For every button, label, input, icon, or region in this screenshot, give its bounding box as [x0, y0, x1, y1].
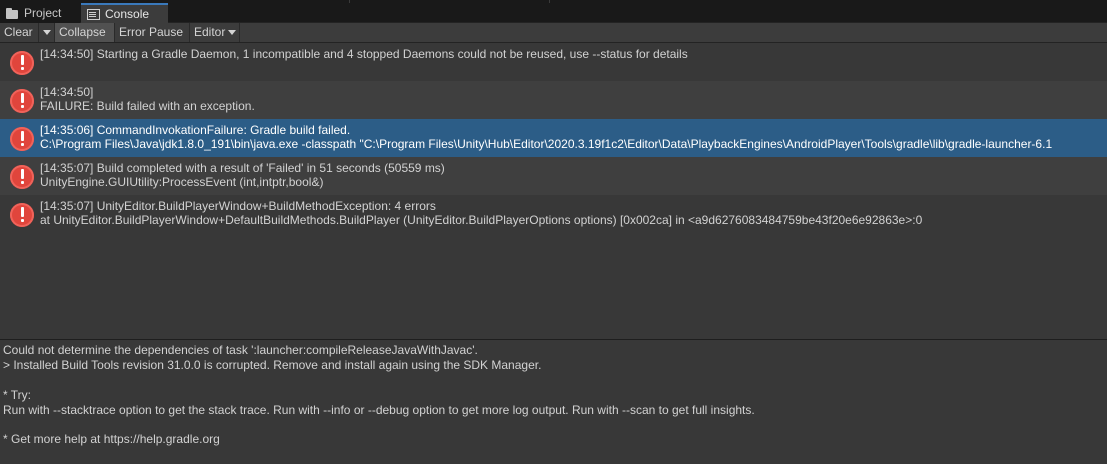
tab-project[interactable]: Project [0, 3, 80, 23]
chevron-down-icon [43, 30, 51, 35]
log-entry[interactable]: [14:34:50] Starting a Gradle Daemon, 1 i… [0, 43, 1107, 81]
error-icon [10, 89, 34, 113]
log-entry[interactable]: [14:35:07] Build completed with a result… [0, 157, 1107, 195]
detail-line: * Try: [3, 388, 32, 402]
clear-options-dropdown[interactable] [39, 23, 55, 42]
top-divider [0, 0, 1107, 3]
detail-line: Could not determine the dependencies of … [3, 343, 478, 357]
log-message: [14:34:50] [40, 85, 94, 99]
log-detail-pane[interactable]: Could not determine the dependencies of … [0, 340, 1107, 464]
log-message: [14:35:07] Build completed with a result… [40, 161, 445, 175]
tab-bar: Project Console [0, 0, 1107, 23]
folder-icon [6, 7, 19, 19]
detail-line: * Get more help at https://help.gradle.o… [3, 432, 220, 446]
console-toolbar: Clear Collapse Error Pause Editor [0, 23, 1107, 43]
log-entry[interactable]: [14:34:50] FAILURE: Build failed with an… [0, 81, 1107, 119]
log-detail: C:\Program Files\Java\jdk1.8.0_191\bin\j… [40, 137, 1053, 151]
log-detail: at UnityEditor.BuildPlayerWindow+Default… [40, 213, 923, 227]
log-entry-selected[interactable]: [14:35:06] CommandInvokationFailure: Gra… [0, 119, 1107, 157]
error-icon [10, 127, 34, 151]
tab-project-label: Project [24, 6, 62, 20]
unity-console-window: Project Console Clear Collapse Error Pau… [0, 0, 1107, 464]
console-icon [87, 8, 100, 20]
log-entry[interactable]: [14:35:07] UnityEditor.BuildPlayerWindow… [0, 195, 1107, 233]
error-pause-toggle[interactable]: Error Pause [115, 23, 190, 42]
tab-console-label: Console [105, 7, 150, 21]
error-icon [10, 165, 34, 189]
clear-button[interactable]: Clear [0, 23, 39, 42]
log-message: [14:34:50] Starting a Gradle Daemon, 1 i… [40, 47, 688, 61]
log-message: [14:35:07] UnityEditor.BuildPlayerWindow… [40, 199, 436, 213]
tab-console[interactable]: Console [81, 3, 168, 23]
log-detail: UnityEngine.GUIUtility:ProcessEvent (int… [40, 175, 324, 189]
error-icon [10, 51, 34, 75]
divider-mark [349, 0, 350, 3]
detail-line: > Installed Build Tools revision 31.0.0 … [3, 358, 542, 372]
editor-dropdown-label: Editor [194, 25, 226, 39]
detail-line: Run with --stacktrace option to get the … [3, 403, 755, 417]
editor-dropdown[interactable]: Editor [190, 23, 240, 42]
log-message: [14:35:06] CommandInvokationFailure: Gra… [40, 123, 351, 137]
chevron-down-icon [228, 30, 236, 35]
collapse-toggle[interactable]: Collapse [55, 23, 115, 42]
error-icon [10, 203, 34, 227]
log-list[interactable]: [14:34:50] Starting a Gradle Daemon, 1 i… [0, 43, 1107, 339]
log-detail: FAILURE: Build failed with an exception. [40, 99, 255, 113]
divider-mark [549, 0, 550, 3]
